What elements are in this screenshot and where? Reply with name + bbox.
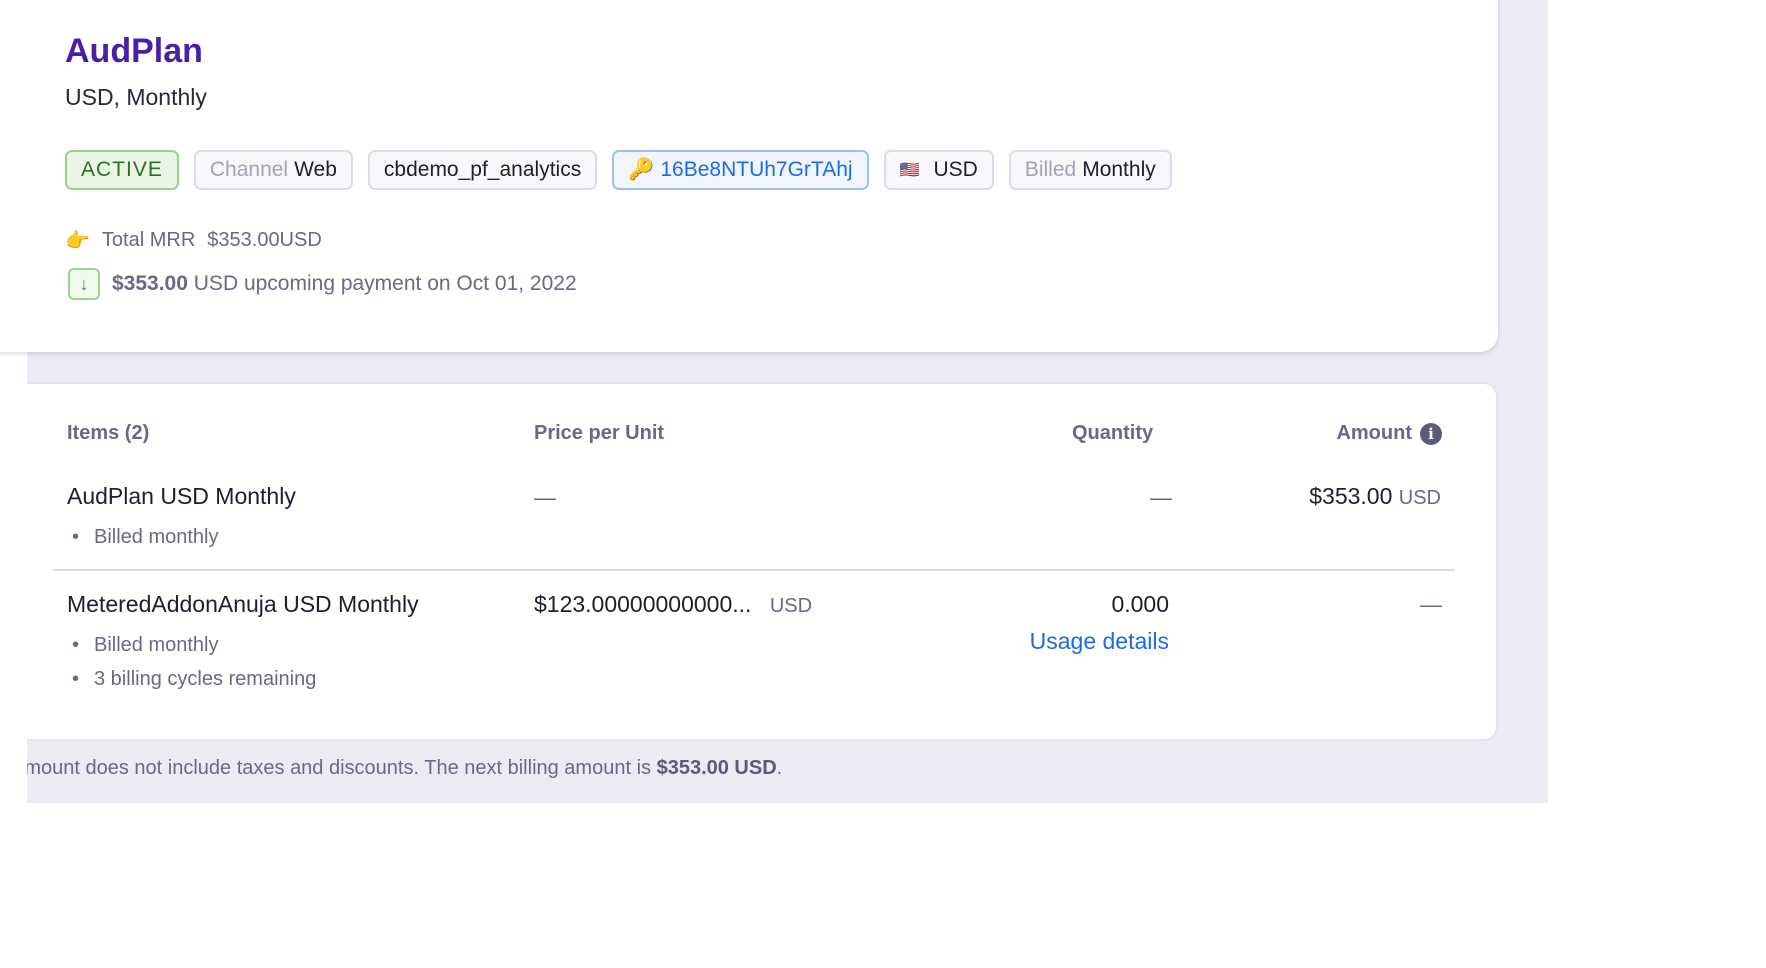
usage-details-link[interactable]: Usage details xyxy=(1030,628,1169,655)
amount-value: $353.00 xyxy=(1309,483,1393,509)
tag-row: ACTIVE Channel Web cbdemo_pf_analytics 🔑 1… xyxy=(65,150,1172,190)
item-amount: — xyxy=(1420,592,1442,617)
item-name: MeteredAddonAnuja USD Monthly xyxy=(67,591,419,617)
site-tag: cbdemo_pf_analytics xyxy=(367,150,598,190)
pointing-hand-icon: 👉 xyxy=(65,230,90,252)
upcoming-text: USD upcoming payment on Oct 01, 2022 xyxy=(193,272,577,295)
billed-label: Billed xyxy=(1024,158,1077,181)
upcoming-payment: ↓ $353.00 USD upcoming payment on Oct 01,… xyxy=(68,268,577,300)
us-flag-icon: 🇺🇸 xyxy=(899,162,920,179)
channel-label: Channel xyxy=(209,158,289,181)
status-badge: ACTIVE xyxy=(65,150,179,190)
mrr-label: Total MRR xyxy=(101,229,196,251)
download-arrow-icon: ↓ xyxy=(68,268,100,300)
item-price: $123.00000000000... USD xyxy=(534,591,812,618)
total-mrr: 👉 Total MRR $353.00USD xyxy=(65,228,322,253)
currency-value: USD xyxy=(933,158,978,181)
header-quantity: Quantity xyxy=(1072,422,1154,444)
price-currency: USD xyxy=(769,595,813,617)
footer-end: . xyxy=(776,757,783,779)
item-amount: $353.00 USD xyxy=(1309,483,1441,510)
item-name: AudPlan USD Monthly xyxy=(67,483,296,509)
item-detail: Billed monthly xyxy=(72,526,218,549)
footer-text: Amount does not include taxes and discou… xyxy=(27,757,657,779)
item-quantity: — xyxy=(1150,485,1172,510)
billing-period-tag: Billed Monthly xyxy=(1008,150,1172,190)
subscription-id: 16Be8NTUh7GrTAhj xyxy=(660,158,853,181)
key-icon: 🔑 xyxy=(628,158,655,181)
currency-tag: 🇺🇸 USD xyxy=(883,150,994,190)
subscription-id-tag[interactable]: 🔑 16Be8NTUh7GrTAhj xyxy=(612,150,869,190)
amount-label: Amount xyxy=(1336,422,1412,444)
header-items: Items (2) xyxy=(67,422,150,444)
footer-amount: $353.00 USD xyxy=(656,757,777,779)
upcoming-amount: $353.00 xyxy=(112,272,188,295)
header-amount: Amount i xyxy=(1336,422,1442,445)
plan-title: AudPlan xyxy=(65,32,203,70)
item-quantity: 0.000 xyxy=(1111,591,1169,617)
channel-value: Web xyxy=(294,158,337,181)
billed-value: Monthly xyxy=(1082,158,1156,181)
item-detail: Billed monthly xyxy=(72,634,218,657)
footer-note: Amount does not include taxes and discou… xyxy=(27,757,1027,780)
item-price: — xyxy=(534,485,556,510)
header-price: Price per Unit xyxy=(534,422,665,444)
item-detail: 3 billing cycles remaining xyxy=(72,668,316,691)
mrr-value: $353.00USD xyxy=(207,229,322,251)
amount-currency: USD xyxy=(1398,487,1441,509)
price-value: $123.00000000000... xyxy=(534,591,752,617)
channel-tag: Channel Web xyxy=(193,150,353,190)
plan-subtitle: USD, Monthly xyxy=(65,84,207,110)
row-divider xyxy=(53,569,1455,571)
info-icon[interactable]: i xyxy=(1420,422,1442,445)
